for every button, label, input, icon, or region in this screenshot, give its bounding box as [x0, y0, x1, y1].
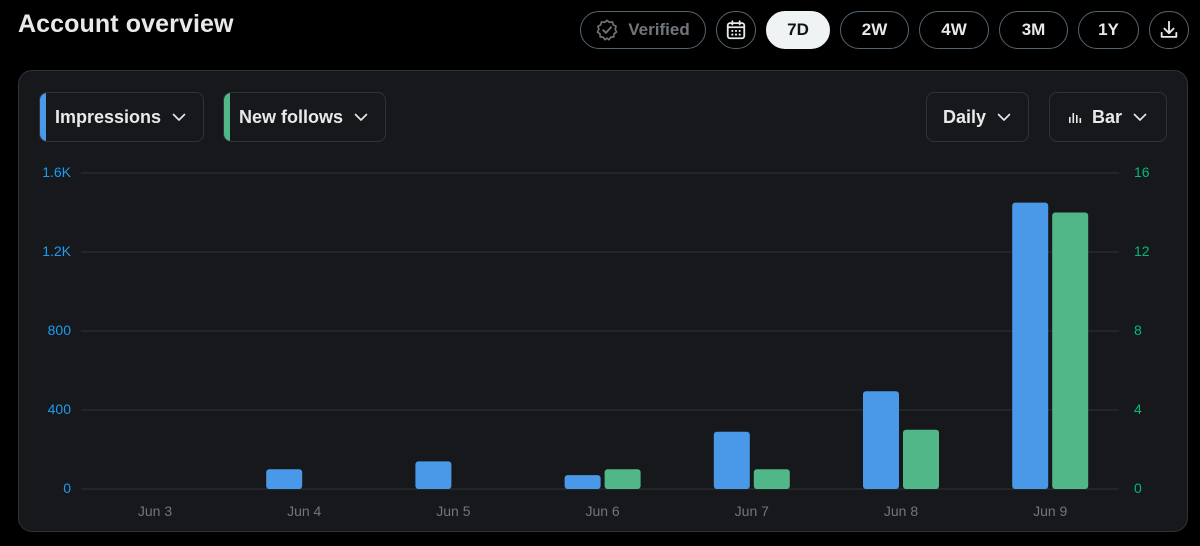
verified-badge-icon [596, 19, 618, 41]
x-axis-tick-label: Jun 9 [1033, 503, 1068, 519]
x-axis-tick-label: Jun 8 [883, 503, 919, 519]
impressions-bar[interactable] [564, 475, 601, 489]
range-1y-button[interactable]: 1Y [1078, 11, 1139, 49]
chart-panel: Impressions New follows Daily Bar 0 400 … [18, 70, 1188, 532]
range-3m-button[interactable]: 3M [999, 11, 1068, 49]
bar-chart [81, 172, 1119, 490]
new-follows-bar[interactable] [604, 469, 641, 489]
calendar-button[interactable] [716, 11, 756, 49]
impressions-bar[interactable] [415, 461, 452, 489]
right-axis-tick-label: 12 [1134, 243, 1150, 259]
left-axis-tick-label: 800 [47, 322, 71, 338]
download-icon [1158, 19, 1180, 41]
range-4w-button[interactable]: 4W [919, 11, 989, 49]
impressions-bar[interactable] [713, 431, 750, 489]
x-axis-tick-label: Jun 7 [734, 503, 769, 519]
range-2w-button[interactable]: 2W [840, 11, 909, 49]
left-axis-tick-label: 1.6K [42, 164, 71, 180]
right-axis-tick-label: 8 [1134, 322, 1142, 338]
left-axis-tick-label: 1.2K [42, 243, 71, 259]
impressions-bar[interactable] [266, 469, 303, 489]
right-axis-tick-label: 0 [1134, 480, 1142, 496]
right-axis-tick-label: 16 [1134, 164, 1150, 180]
download-button[interactable] [1149, 11, 1189, 49]
x-axis-tick-label: Jun 3 [137, 503, 173, 519]
new-follows-bar[interactable] [903, 429, 939, 489]
impressions-bar[interactable] [1012, 202, 1049, 489]
verified-filter-button[interactable]: Verified [580, 11, 706, 49]
impressions-bar[interactable] [863, 391, 899, 489]
new-follows-bar[interactable] [1052, 212, 1089, 490]
calendar-icon [725, 19, 747, 41]
new-follows-bar[interactable] [753, 469, 790, 489]
page-title: Account overview [18, 10, 234, 38]
range-7d-button[interactable]: 7D [766, 11, 830, 49]
x-axis-tick-label: Jun 4 [287, 503, 322, 519]
left-axis-tick-label: 400 [47, 401, 71, 417]
verified-label: Verified [628, 20, 690, 39]
right-axis-tick-label: 4 [1134, 401, 1142, 417]
left-axis-tick-label: 0 [63, 480, 71, 496]
x-axis-tick-label: Jun 6 [585, 503, 620, 519]
x-axis-tick-label: Jun 5 [436, 503, 471, 519]
